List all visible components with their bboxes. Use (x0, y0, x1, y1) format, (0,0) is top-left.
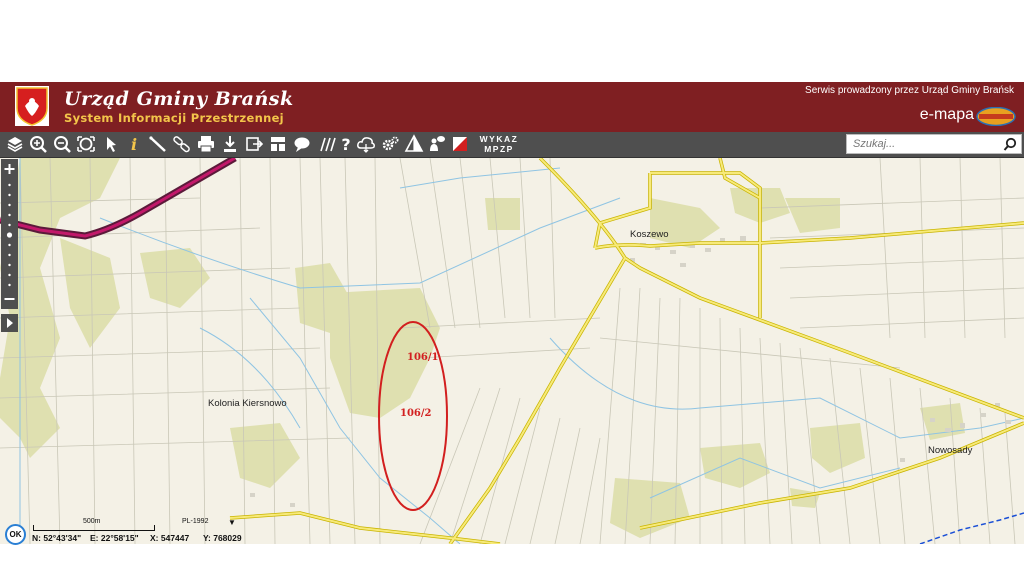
select-arrow-icon[interactable] (100, 133, 120, 155)
help-icon[interactable]: ? (336, 133, 356, 155)
comment-icon[interactable] (292, 133, 312, 155)
zoom-out-icon[interactable] (52, 133, 72, 155)
app-header: Urząd Gminy Brańsk System Informacji Prz… (0, 82, 1024, 132)
measure-icon[interactable] (148, 133, 168, 155)
zoom-in-icon[interactable] (28, 133, 48, 155)
export-icon[interactable] (244, 133, 264, 155)
status-bar: OK 500m PL-1992 ▼ N: 52°43'34" E: 22°58'… (0, 516, 245, 545)
x-readout: X: 547447 (150, 533, 190, 543)
search-input[interactable] (853, 137, 999, 151)
expand-panel-button[interactable] (1, 314, 18, 332)
chevron-down-icon[interactable]: ▼ (228, 518, 236, 527)
mpzp-label: MPZP (484, 144, 514, 154)
geosystem-logo-icon[interactable] (976, 107, 1016, 126)
parcel-icon[interactable] (450, 133, 470, 155)
parcel-label: 106/2 (400, 408, 432, 419)
svg-text:?: ? (341, 135, 350, 154)
map-toolbar: i ? WYKAZ MPZP (0, 132, 1024, 158)
print-icon[interactable] (196, 133, 216, 155)
map-canvas[interactable] (0, 158, 1024, 544)
admin-boundary (919, 512, 1024, 544)
prism-icon[interactable] (404, 133, 424, 155)
hatch-icon[interactable] (316, 133, 336, 155)
crs-select[interactable]: PL-1992 (182, 518, 208, 525)
scale-bar (33, 525, 155, 531)
y-readout: Y: 768029 (203, 533, 242, 543)
wykaz-label: WYKAZ (479, 134, 519, 144)
svg-text:i: i (131, 135, 137, 154)
place-label-koszewo: Koszewo (630, 229, 669, 240)
map-view[interactable]: 106/1 106/2 Koszewo Kolonia Kiersnowo No… (0, 158, 1024, 544)
scale-label: 500m (83, 518, 101, 525)
download-icon[interactable] (220, 133, 240, 155)
zoom-levels (6, 183, 13, 287)
chevron-right-icon (7, 318, 13, 328)
parcel-label: 106/1 (407, 352, 439, 363)
search-icon[interactable] (1003, 137, 1018, 152)
layers-icon[interactable] (5, 133, 25, 155)
layout-icon[interactable] (268, 133, 288, 155)
longitude-readout: E: 22°58'15" (90, 533, 139, 543)
search-box[interactable] (846, 134, 1022, 154)
place-label-nowosady: Nowosady (928, 445, 973, 456)
wykaz-mpzp-button[interactable]: WYKAZ MPZP (476, 134, 522, 156)
ok-button[interactable]: OK (5, 524, 26, 545)
zoom-extent-icon[interactable] (76, 133, 96, 155)
marker-icon[interactable] (426, 133, 446, 155)
page-subtitle: System Informacji Przestrzennej (64, 111, 284, 125)
settings-icon[interactable] (380, 133, 400, 155)
zoom-plus-icon (4, 164, 15, 174)
zoom-slider[interactable] (1, 159, 18, 309)
forest-areas (0, 158, 965, 538)
page-title: Urząd Gminy Brańsk (64, 88, 294, 110)
place-label-kolonia: Kolonia Kiersnowo (208, 398, 287, 409)
info-icon[interactable]: i (124, 133, 144, 155)
link-icon[interactable] (172, 133, 192, 155)
latitude-readout: N: 52°43'34" (32, 533, 82, 543)
cloud-icon[interactable] (356, 133, 376, 155)
emapa-brand: e-mapa (919, 106, 974, 123)
service-note: Serwis prowadzony przez Urząd Gminy Brań… (805, 85, 1014, 96)
coat-of-arms-icon (15, 86, 49, 126)
